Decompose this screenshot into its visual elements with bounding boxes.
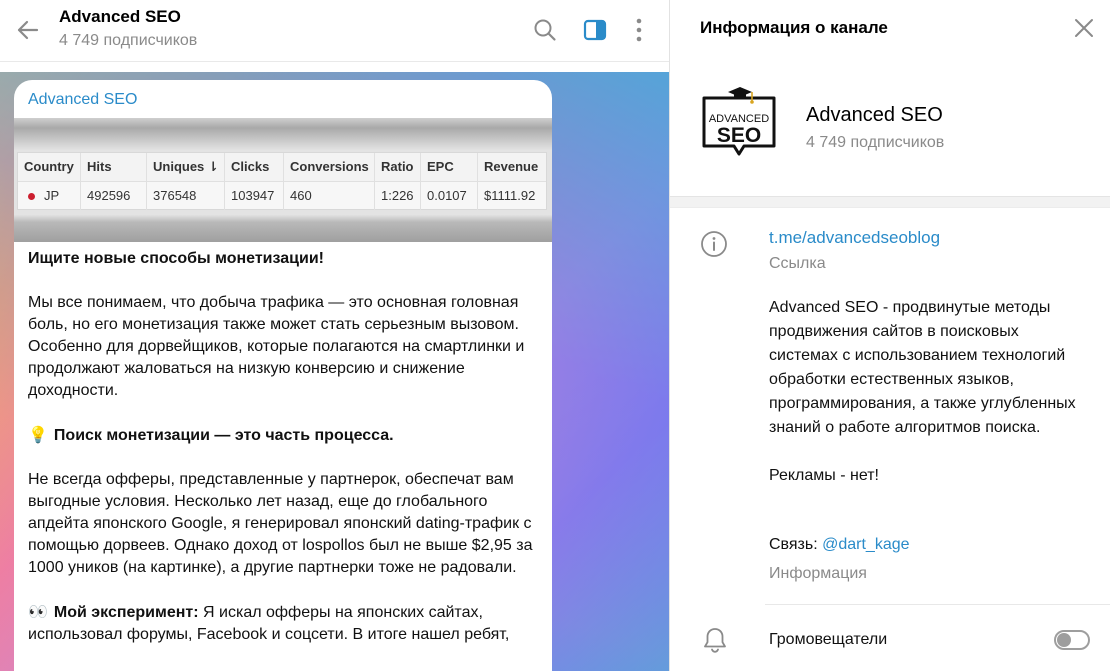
stats-header-cell: Uniques ⇂ <box>147 153 225 181</box>
channel-logo[interactable]: ADVANCED SEO <box>700 84 778 158</box>
more-vertical-icon[interactable] <box>621 12 657 48</box>
country-code: JP <box>44 188 60 203</box>
ads-note: Рекламы - нет! <box>769 467 879 484</box>
contact-line: Связь: @dart_kage <box>769 536 910 554</box>
stats-header-cell: Revenue <box>484 159 539 174</box>
sidebar-toggle-icon[interactable] <box>577 12 613 48</box>
divider <box>765 604 1110 605</box>
bell-icon <box>702 626 728 654</box>
channel-subscribers: 4 749 подписчиков <box>806 134 945 151</box>
channel-info-panel: Информация о канале ADVANCED SEO Advance… <box>669 0 1110 671</box>
previous-message-edge <box>0 62 669 72</box>
lightbulb-emoji-icon: 💡 <box>28 425 48 444</box>
stats-header-cell: Ratio <box>375 153 421 181</box>
back-arrow-icon[interactable] <box>10 12 46 48</box>
channel-link[interactable]: t.me/advancedseoblog <box>769 228 940 248</box>
section-separator <box>670 196 1110 208</box>
stats-header-cell: Hits <box>81 153 147 181</box>
chat-column: Advanced SEO 4 749 подписчиков Advanced … <box>0 0 669 671</box>
message-paragraph: Не всегда офферы, представленные у партн… <box>28 471 533 576</box>
chat-title[interactable]: Advanced SEO <box>59 7 181 27</box>
info-caption: Информация <box>769 565 867 582</box>
logo-text-bottom: SEO <box>717 124 761 147</box>
toggle-knob <box>1057 633 1071 647</box>
broadcasters-toggle[interactable] <box>1054 630 1090 650</box>
contact-label: Связь: <box>769 536 823 553</box>
stats-header-cell: Clicks <box>225 153 284 181</box>
japan-flag-icon <box>28 192 35 200</box>
table-row: JP 492596 376548 103947 460 1:226 0.0107… <box>18 181 546 210</box>
chat-subscribers: 4 749 подписчиков <box>59 32 198 49</box>
close-icon[interactable] <box>1068 12 1100 44</box>
section-heading: Мой эксперимент: <box>53 604 199 621</box>
stats-header-cell: EPC <box>421 153 478 181</box>
stats-table: Country Hits Uniques ⇂ Clicks Conversion… <box>17 152 547 210</box>
section-heading: Поиск монетизации — это часть процесса. <box>53 427 394 444</box>
search-icon[interactable] <box>527 12 563 48</box>
stats-cell: 0.0107 <box>421 182 478 210</box>
message-author[interactable]: Advanced SEO <box>28 91 137 109</box>
panel-title: Информация о канале <box>700 18 888 37</box>
contact-handle-link[interactable]: @dart_kage <box>822 536 909 553</box>
stats-cell: $1111.92 <box>484 188 536 203</box>
message-paragraph: Мы все понимаем, что добыча трафика — эт… <box>28 294 525 399</box>
message-image[interactable]: Country Hits Uniques ⇂ Clicks Conversion… <box>14 118 552 242</box>
link-caption: Ссылка <box>769 255 826 272</box>
broadcasters-label: Громовещатели <box>769 631 888 648</box>
message-bubble[interactable]: Advanced SEO Country Hits Uniques ⇂ Clic… <box>14 80 552 671</box>
channel-description: Advanced SEO - продвинутые методы продви… <box>769 296 1089 488</box>
channel-name: Advanced SEO <box>806 104 943 126</box>
stats-cell: 460 <box>284 182 375 210</box>
stats-header-cell: Country <box>18 153 81 181</box>
chat-header: Advanced SEO 4 749 подписчиков <box>0 0 669 62</box>
description-text: Advanced SEO - продвинутые методы продви… <box>769 299 1076 436</box>
stats-header-row: Country Hits Uniques ⇂ Clicks Conversion… <box>18 153 546 181</box>
stats-cell-country: JP <box>18 182 81 210</box>
stats-cell: 103947 <box>225 182 284 210</box>
message-text: Ищите новые способы монетизации! Мы все … <box>28 248 540 646</box>
message-heading: Ищите новые способы монетизации! <box>28 250 324 267</box>
stats-cell: 1:226 <box>375 182 421 210</box>
eyes-emoji-icon: 👀 <box>28 602 48 621</box>
stats-cell: 376548 <box>147 182 225 210</box>
stats-cell: 492596 <box>81 182 147 210</box>
stats-header-cell: Conversions <box>284 153 375 181</box>
info-icon <box>700 230 728 258</box>
